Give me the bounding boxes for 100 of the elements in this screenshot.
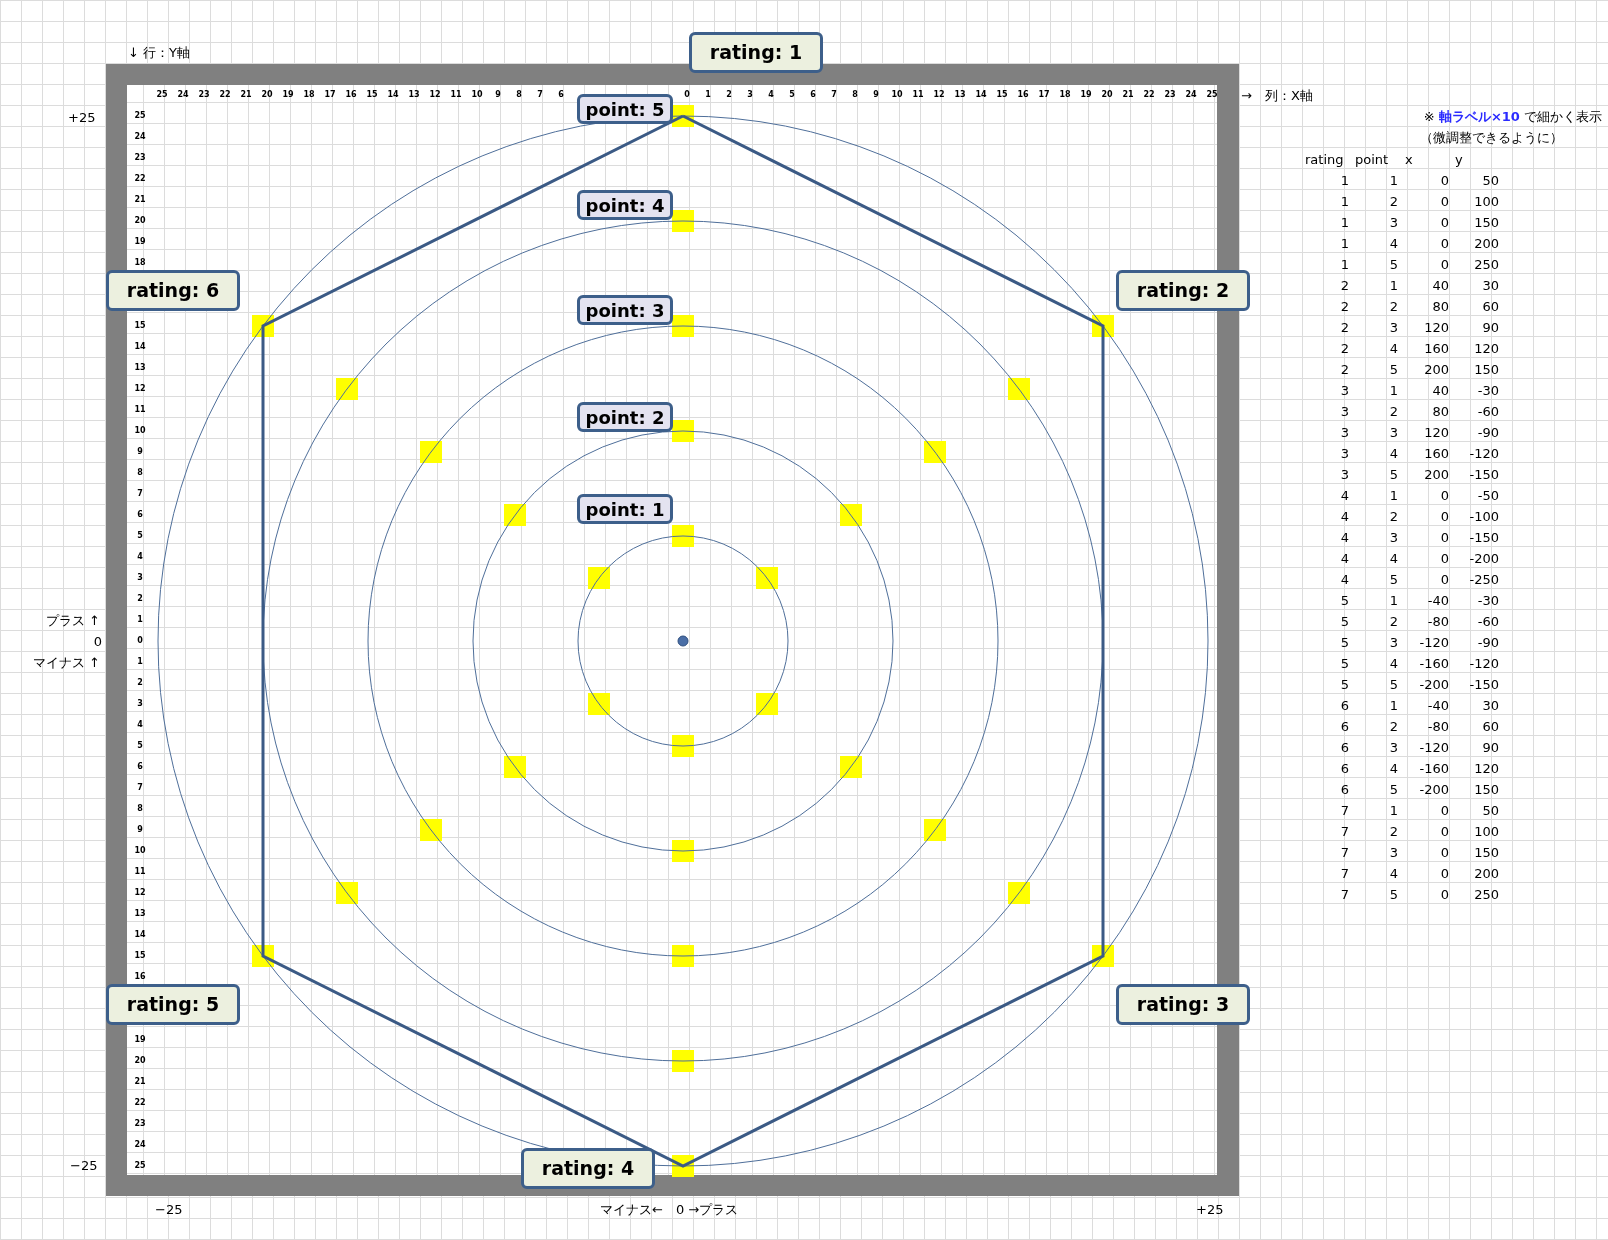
row-label: 12 [133,385,147,393]
table-cell: 2 [1389,300,1398,313]
center-dot [677,635,689,647]
highlight-square [672,210,694,232]
table-cell: 160 [1424,342,1449,355]
row-label: 7 [136,490,144,498]
highlight-square [588,567,610,589]
table-cell: 150 [1474,363,1499,376]
row-label: 23 [133,1120,147,1128]
table-cell: 120 [1424,321,1449,334]
table-cell: 40 [1432,384,1449,397]
table-cell: -160 [1419,762,1449,775]
scale-label: +25 [68,111,96,124]
table-cell: 0 [1440,174,1449,187]
row-label: 11 [133,406,147,414]
table-cell: 5 [1340,594,1349,607]
table-cell: 90 [1482,321,1499,334]
column-label: 16 [344,91,358,99]
column-label: 25 [155,91,169,99]
table-cell: 5 [1389,678,1398,691]
table-cell: 0 [1440,195,1449,208]
table-cell: -160 [1419,657,1449,670]
column-label: 12 [932,91,946,99]
point-callout: point: 2 [577,402,673,432]
column-label: 20 [1100,91,1114,99]
table-cell: -150 [1469,531,1499,544]
row-label: 13 [133,364,147,372]
table-cell: 3 [1340,384,1349,397]
table-cell: -120 [1469,447,1499,460]
row-label: 18 [133,259,147,267]
row-label: 19 [133,1036,147,1044]
table-cell: -90 [1477,636,1499,649]
table-cell: 3 [1389,321,1398,334]
table-cell: 0 [1440,531,1449,544]
table-cell: 200 [1424,363,1449,376]
table-cell: 5 [1340,657,1349,670]
rating-callout: rating: 3 [1116,984,1250,1025]
highlight-square [504,504,526,526]
column-label: 8 [515,91,523,99]
column-label: 24 [1184,91,1198,99]
table-cell: -30 [1477,594,1499,607]
table-cell: 3 [1340,447,1349,460]
table-cell: 30 [1482,279,1499,292]
column-label: 3 [746,91,754,99]
column-label: 6 [809,91,817,99]
table-cell: 1 [1389,489,1398,502]
column-label: 7 [830,91,838,99]
table-cell: 0 [1440,216,1449,229]
table-cell: 1 [1340,258,1349,271]
column-label: 0 [683,91,691,99]
highlight-square [840,504,862,526]
row-label: 13 [133,910,147,918]
table-cell: -90 [1477,426,1499,439]
table-cell: 0 [1440,552,1449,565]
note-text: ※ 軸ラベル×10 で細かく表示 [1423,110,1602,123]
scale-label: マイナス← 0 →プラス [600,1203,739,1216]
highlight-square [1008,882,1030,904]
column-label: 7 [536,91,544,99]
row-label: 23 [133,154,147,162]
table-cell: 4 [1340,552,1349,565]
column-label: 19 [1079,91,1093,99]
column-header: rating [1305,153,1344,166]
column-label: 13 [407,91,421,99]
table-cell: -50 [1477,489,1499,502]
table-cell: 2 [1340,300,1349,313]
highlight-square [840,756,862,778]
column-label: 21 [1121,91,1135,99]
column-label: 22 [218,91,232,99]
table-cell: -150 [1469,468,1499,481]
row-label: 24 [133,133,147,141]
table-cell: -200 [1419,783,1449,796]
table-cell: -200 [1469,552,1499,565]
row-label: 14 [133,343,147,351]
highlight-square [672,1050,694,1072]
table-cell: 2 [1389,405,1398,418]
table-cell: 0 [1440,573,1449,586]
row-label: 8 [136,469,144,477]
row-label: 14 [133,931,147,939]
table-cell: 7 [1340,888,1349,901]
table-cell: 2 [1389,825,1398,838]
table-cell: 3 [1389,741,1398,754]
column-label: 14 [386,91,400,99]
table-cell: 250 [1474,258,1499,271]
axis-title: → 列：X軸 [1241,89,1313,102]
table-cell: 0 [1440,258,1449,271]
highlight-square [672,420,694,442]
table-cell: 2 [1340,321,1349,334]
rating-callout: rating: 5 [106,984,240,1025]
table-cell: 5 [1389,783,1398,796]
row-label: 22 [133,175,147,183]
table-cell: 60 [1482,720,1499,733]
row-label: 1 [136,658,144,666]
table-cell: -120 [1419,636,1449,649]
highlight-square [756,567,778,589]
table-cell: 150 [1474,216,1499,229]
table-cell: 7 [1340,867,1349,880]
highlight-square [924,819,946,841]
table-cell: 1 [1340,237,1349,250]
table-cell: -40 [1427,594,1449,607]
highlight-square [756,693,778,715]
